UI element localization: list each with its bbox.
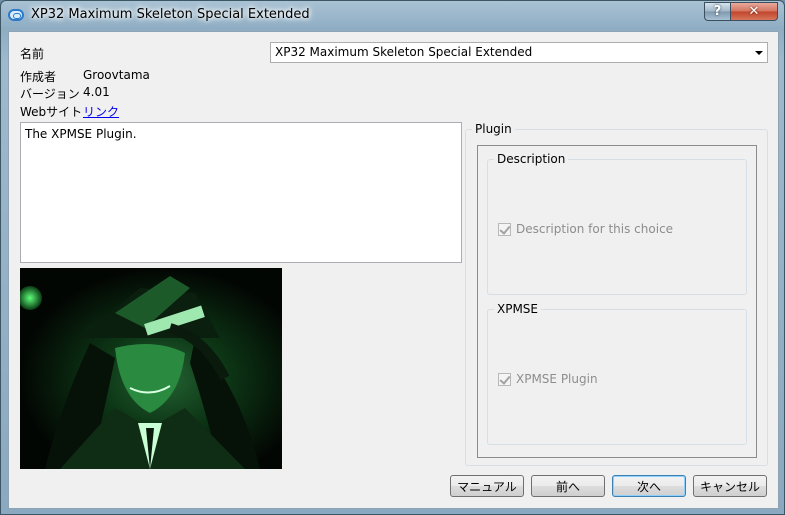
back-button[interactable]: 前へ xyxy=(531,475,605,497)
author-value: Groovtama xyxy=(83,68,150,82)
checkbox-checked-icon[interactable] xyxy=(498,372,511,386)
description-choice-checkbox-row[interactable]: Description for this choice xyxy=(498,222,673,236)
title-bar[interactable]: XP32 Maximum Skeleton Special Extended ?… xyxy=(1,1,784,31)
description-group: Description Description for this choice xyxy=(487,152,747,295)
description-choice-label: Description for this choice xyxy=(516,222,674,236)
manual-button[interactable]: マニュアル xyxy=(450,475,524,497)
author-label: 作成者 xyxy=(20,70,57,84)
plugin-name-value: XP32 Maximum Skeleton Special Extended xyxy=(275,45,533,59)
description-group-label: Description xyxy=(494,152,569,166)
description-textbox[interactable]: The XPMSE Plugin. xyxy=(20,122,462,263)
plugin-name-dropdown[interactable]: XP32 Maximum Skeleton Special Extended xyxy=(270,42,768,63)
version-value: 4.01 xyxy=(83,85,110,99)
xpmse-group: XPMSE XPMSE Plugin xyxy=(487,302,747,445)
app-icon xyxy=(8,9,24,21)
checkbox-checked-icon[interactable] xyxy=(498,222,511,236)
xpmse-plugin-label: XPMSE Plugin xyxy=(516,372,598,386)
website-label: Webサイト xyxy=(20,105,83,119)
plugin-options-panel: Description Description for this choice … xyxy=(477,145,757,458)
character-artwork xyxy=(20,268,282,469)
description-text: The XPMSE Plugin. xyxy=(25,127,137,141)
plugin-group: Plugin Description Description for this … xyxy=(465,122,768,466)
installer-window: XP32 Maximum Skeleton Special Extended ?… xyxy=(0,0,785,515)
xpmse-plugin-checkbox-row[interactable]: XPMSE Plugin xyxy=(498,372,598,386)
next-button[interactable]: 次へ xyxy=(612,475,686,497)
plugin-group-label: Plugin xyxy=(472,122,515,136)
cancel-button[interactable]: キャンセル xyxy=(693,475,767,497)
version-label: バージョン xyxy=(20,87,80,101)
close-button[interactable]: ✕ xyxy=(730,2,778,21)
xpmse-group-label: XPMSE xyxy=(494,302,542,316)
plugin-image xyxy=(20,268,282,469)
window-title: XP32 Maximum Skeleton Special Extended xyxy=(31,7,310,22)
help-button[interactable]: ? xyxy=(704,2,731,21)
chevron-down-icon xyxy=(755,51,763,55)
name-label: 名前 xyxy=(20,47,45,61)
dialog-content: 名前 XP32 Maximum Skeleton Special Extende… xyxy=(8,31,779,509)
website-link[interactable]: リンク xyxy=(83,103,119,120)
